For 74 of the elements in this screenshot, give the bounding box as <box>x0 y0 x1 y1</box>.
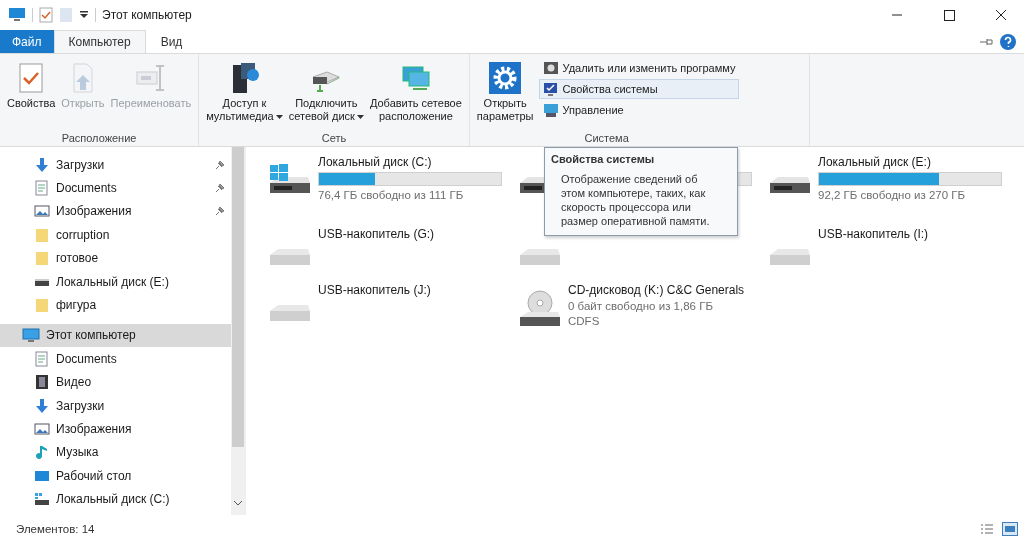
sidebar-item[interactable]: Documents <box>0 176 231 200</box>
caret-icon <box>356 115 364 120</box>
file-system-text: CDFS <box>568 315 600 327</box>
ribbon-button[interactable]: Свойства <box>4 58 59 113</box>
group-label: Расположение <box>61 132 137 144</box>
drive-label[interactable]: USB-накопитель (J:) <box>318 283 431 297</box>
file-tab[interactable]: Файл <box>0 30 54 53</box>
scroll-down-icon[interactable] <box>233 499 243 507</box>
sidebar-item[interactable]: Локальный диск (C:) <box>0 487 231 511</box>
sidebar-item[interactable]: готовое <box>0 246 231 270</box>
caret-icon <box>275 115 283 120</box>
folder-icon <box>34 226 50 243</box>
sidebar-item[interactable]: Этот компьютер <box>0 323 231 348</box>
ribbon-small-button[interactable]: Удалить или изменить программу <box>538 58 740 78</box>
sidebar-item[interactable]: Изображения <box>0 417 231 441</box>
download-arrow-icon <box>34 397 50 414</box>
image-icon <box>34 421 50 437</box>
group-label: Сеть <box>321 132 347 144</box>
computer-icon <box>8 7 26 23</box>
ribbon-tab[interactable]: Компьютер <box>53 30 146 53</box>
free-space-text: 92,2 ГБ свободно из 270 ГБ <box>818 189 966 201</box>
sidebar-item[interactable]: Изображения <box>0 199 231 224</box>
details-view-icon[interactable] <box>980 522 994 535</box>
pin-icon[interactable] <box>215 159 225 170</box>
sidebar-item[interactable]: Видео <box>0 370 231 394</box>
pin-icon[interactable] <box>215 206 225 217</box>
monitor-check-icon <box>542 81 559 97</box>
film-icon <box>34 374 50 391</box>
sidebar-item[interactable]: Музыка <box>0 440 231 465</box>
drive-label[interactable]: Локальный диск (C:) <box>318 155 432 169</box>
free-space-text: 0 байт свободно из 1,86 ГБ <box>568 300 713 312</box>
music-note-icon <box>34 444 50 461</box>
pin-icon[interactable] <box>215 183 225 194</box>
document-icon <box>34 350 50 367</box>
ribbon-button[interactable]: Доступ к мультимедиа <box>203 58 286 126</box>
ribbon-button[interactable]: Открыть параметры <box>473 58 537 126</box>
drive-label[interactable]: USB-накопитель (I:) <box>818 227 929 241</box>
dropdown-icon[interactable] <box>79 10 89 20</box>
ribbon-button[interactable]: Добавить сетевое расположение <box>366 58 465 126</box>
help-icon[interactable] <box>1000 33 1016 50</box>
free-space-text: 76,4 ГБ свободно из 111 ГБ <box>318 189 464 201</box>
tooltip-text: Отображение сведений об этом компьютере, таких, как скорость процессора или размер оперативной памяти. <box>561 172 711 228</box>
sidebar-item[interactable]: Загрузки <box>0 393 231 418</box>
group-label: Система <box>584 132 629 144</box>
computer-icon <box>542 102 559 118</box>
ribbon-button[interactable]: Подключить сетевой диск <box>285 58 367 126</box>
drive-icon <box>34 491 50 508</box>
sidebar-item[interactable]: Documents <box>0 347 231 371</box>
item-count: Элементов: 14 <box>16 522 95 535</box>
ribbon-tab[interactable]: Вид <box>145 30 198 53</box>
folder-icon <box>34 297 50 314</box>
image-icon <box>34 203 50 220</box>
disk-box-icon <box>542 60 559 76</box>
settings-icon <box>488 61 523 95</box>
computer-icon <box>22 327 40 344</box>
drive-label[interactable]: Локальный диск (E:) <box>818 155 931 169</box>
ribbon-small-button[interactable]: Управление <box>538 100 740 120</box>
tooltip-title: Свойства системы <box>551 153 655 165</box>
sidebar-item[interactable]: Рабочий стол <box>0 464 231 488</box>
tiles-view-icon[interactable] <box>1002 521 1018 536</box>
sidebar-item[interactable]: Локальный диск (E:) <box>0 269 231 294</box>
drive-label[interactable]: CD-дисковод (K:) C&C Generals <box>568 283 745 297</box>
ribbon-small-button[interactable]: Свойства системы <box>538 79 740 99</box>
properties-icon[interactable] <box>39 7 53 23</box>
pin-icon[interactable] <box>980 36 994 47</box>
folder-icon <box>34 250 50 267</box>
window-title: Этот компьютер <box>102 8 192 22</box>
sidebar-item[interactable]: фигура <box>0 293 231 317</box>
sidebar-item[interactable]: corruption <box>0 223 231 247</box>
download-arrow-icon <box>34 156 50 173</box>
document-icon <box>34 180 50 197</box>
drive-label[interactable]: USB-накопитель (G:) <box>318 227 435 241</box>
scrollbar[interactable] <box>231 147 245 515</box>
sidebar-item[interactable]: Загрузки <box>0 153 231 177</box>
